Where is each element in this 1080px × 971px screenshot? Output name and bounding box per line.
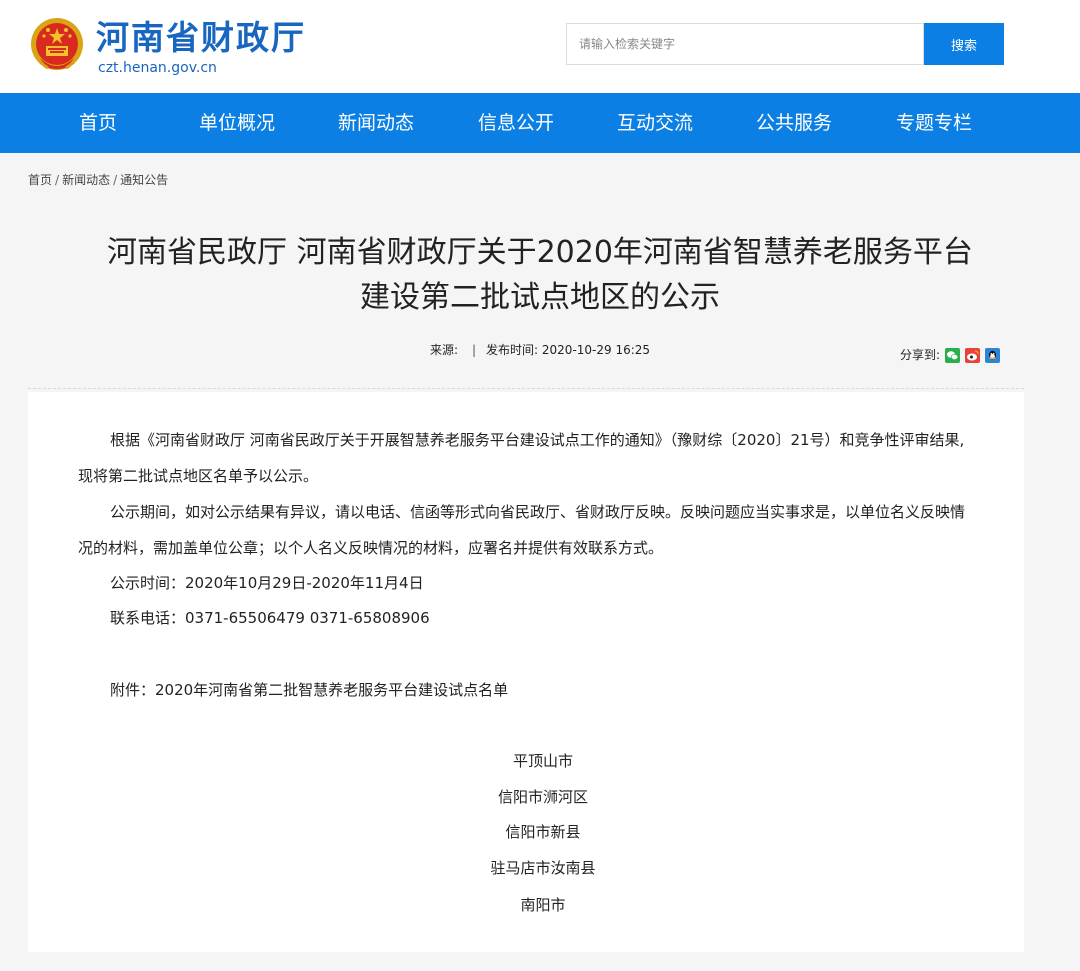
- main-nav: 首页 单位概况 新闻动态 信息公开 互动交流 公共服务 专题专栏: [0, 93, 1080, 153]
- article-content: 根据《河南省财政厅 河南省民政厅关于开展智慧养老服务平台建设试点工作的通知》（豫…: [28, 392, 1024, 952]
- nav-item-topics[interactable]: 专题专栏: [874, 93, 994, 153]
- pilot-area-item: 平顶山市: [512, 752, 573, 770]
- share-label: 分享到:: [900, 348, 941, 362]
- article-paragraph-2: 公示期间，如对公示结果有异议，请以电话、信函等形式向省民政厅、省财政厅反映。反映…: [78, 503, 966, 557]
- breadcrumb: 首页 / 新闻动态 / 通知公告: [28, 172, 168, 188]
- nav-item-overview[interactable]: 单位概况: [177, 93, 297, 153]
- nav-item-news[interactable]: 新闻动态: [316, 93, 436, 153]
- meta-divider: |: [471, 343, 477, 357]
- site-domain: czt.henan.gov.cn: [98, 60, 217, 76]
- pilot-area-item: 信阳市新县: [505, 823, 581, 841]
- nav-item-services[interactable]: 公共服务: [734, 93, 854, 153]
- pilot-area-item: 信阳市浉河区: [497, 788, 588, 806]
- page-title-line2: 建设第二批试点地区的公示: [360, 280, 720, 315]
- article-paragraph-1: 根据《河南省财政厅 河南省民政厅关于开展智慧养老服务平台建设试点工作的通知》（豫…: [78, 431, 965, 485]
- breadcrumb-news[interactable]: 新闻动态: [62, 173, 110, 187]
- pilot-area-item: 南阳市: [520, 896, 566, 914]
- nav-item-disclosure[interactable]: 信息公开: [456, 93, 576, 153]
- breadcrumb-separator: /: [113, 173, 118, 187]
- national-emblem-icon[interactable]: [28, 16, 86, 76]
- weibo-icon[interactable]: [965, 347, 981, 363]
- source-label: 来源:: [429, 343, 458, 357]
- publish-time: 2020-10-29 16:25: [541, 343, 651, 357]
- meta-divider-line: [28, 388, 1024, 389]
- search-input[interactable]: [566, 23, 924, 65]
- site-title[interactable]: 河南省财政厅: [96, 18, 306, 58]
- qq-icon[interactable]: [985, 347, 1001, 363]
- site-header: 河南省财政厅 czt.henan.gov.cn 搜索: [0, 0, 1080, 93]
- page-title-line1: 河南省民政厅 河南省财政厅关于2020年河南省智慧养老服务平台: [107, 235, 973, 270]
- breadcrumb-notices[interactable]: 通知公告: [120, 173, 168, 187]
- page-title: 河南省民政厅 河南省财政厅关于2020年河南省智慧养老服务平台 建设第二批试点地…: [30, 230, 1050, 320]
- breadcrumb-separator: /: [55, 173, 60, 187]
- publish-label: 发布时间:: [486, 343, 539, 357]
- nav-item-home[interactable]: 首页: [38, 93, 158, 153]
- share-bar: 分享到:: [900, 346, 1001, 364]
- pilot-area-item: 驻马店市汝南县: [490, 859, 596, 877]
- contact-phone: 联系电话：0371-65506479 0371-65808906: [110, 609, 430, 627]
- attachment-link[interactable]: 附件：2020年河南省第二批智慧养老服务平台建设试点名单: [110, 680, 508, 700]
- notice-period: 公示时间：2020年10月29日-2020年11月4日: [110, 574, 424, 592]
- nav-item-interaction[interactable]: 互动交流: [595, 93, 715, 153]
- search-button[interactable]: 搜索: [924, 23, 1004, 65]
- breadcrumb-home[interactable]: 首页: [28, 173, 52, 187]
- wechat-icon[interactable]: [945, 347, 961, 363]
